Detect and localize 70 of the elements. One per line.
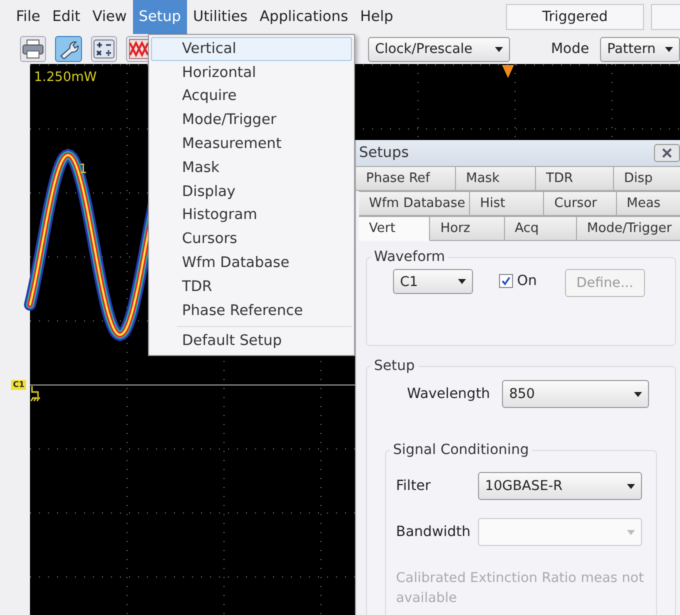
mode-label: Mode xyxy=(550,41,590,57)
menu-option[interactable]: Mask xyxy=(151,156,352,180)
check-icon xyxy=(501,276,511,286)
toolbar-button[interactable] xyxy=(55,36,82,62)
tab[interactable]: Horz xyxy=(430,216,505,241)
group-title: Signal Conditioning xyxy=(392,442,530,458)
bandwidth-label: Bandwidth xyxy=(395,524,472,540)
pattern-icon xyxy=(128,39,151,59)
mode-dropdown[interactable]: Pattern xyxy=(600,36,680,62)
menu-option[interactable]: Acquire xyxy=(151,84,352,108)
menu-option[interactable]: Default Setup xyxy=(151,330,352,354)
menu-option[interactable]: Mode/Trigger xyxy=(151,108,352,132)
filter-dropdown[interactable]: 10GBASE-R xyxy=(478,472,642,500)
menu-item[interactable]: Utilities xyxy=(187,0,254,34)
menu-option[interactable]: Cursors xyxy=(151,227,352,252)
status-field: Triggered xyxy=(506,4,644,30)
tab[interactable]: Phase Ref xyxy=(356,166,456,191)
trigger-marker-icon xyxy=(502,65,514,78)
trace-label: 1 xyxy=(79,162,88,177)
group-title: Setup xyxy=(373,358,416,374)
caret-icon xyxy=(627,530,635,534)
menu-option[interactable]: Histogram xyxy=(151,204,352,228)
tab[interactable]: Mask xyxy=(456,166,536,191)
caret-icon xyxy=(627,484,635,488)
source-dropdown[interactable]: Clock/Prescale xyxy=(368,36,510,62)
tab[interactable]: Cursor xyxy=(544,191,617,216)
menu-option[interactable]: Display xyxy=(151,180,352,204)
tab[interactable]: TDR xyxy=(536,166,614,191)
caret-icon xyxy=(494,46,503,52)
dialog-title: Setups xyxy=(359,145,409,161)
menu-option[interactable]: TDR xyxy=(151,274,352,299)
menu-item[interactable]: Edit xyxy=(46,0,86,34)
channel-tag: C1 xyxy=(11,380,26,390)
caret-icon xyxy=(665,46,674,52)
note-text: Calibrated Extinction Ratio meas not available xyxy=(396,569,645,608)
caret-icon xyxy=(634,392,642,396)
close-icon xyxy=(662,148,672,158)
tab[interactable]: Hist xyxy=(470,191,544,216)
menu-option[interactable]: Wfm Database xyxy=(151,251,352,275)
ground-icon xyxy=(30,385,41,402)
tab[interactable]: Vert xyxy=(359,216,430,241)
tab[interactable]: Disp xyxy=(614,166,680,191)
tab[interactable]: Wfm Database xyxy=(359,191,470,216)
menu-item[interactable]: View xyxy=(86,0,133,34)
menu-item[interactable]: Setup xyxy=(132,0,187,34)
menu-option[interactable]: Phase Reference xyxy=(151,298,352,323)
menu-option[interactable]: Horizontal xyxy=(151,60,352,85)
tab[interactable]: Acq xyxy=(504,216,578,241)
wavelength-label: Wavelength xyxy=(407,386,490,402)
tab[interactable]: Mode/Trigger xyxy=(577,216,680,241)
filter-label: Filter xyxy=(395,478,432,494)
tab[interactable]: Meas xyxy=(616,191,680,216)
group-title: Waveform xyxy=(373,249,446,265)
menu-item[interactable]: Applications xyxy=(254,0,354,34)
wavelength-dropdown[interactable]: 850 xyxy=(502,380,650,408)
wrench-icon xyxy=(58,39,80,59)
caret-icon xyxy=(458,279,466,284)
menu-option[interactable]: Vertical xyxy=(151,37,352,61)
menu-item[interactable]: File xyxy=(10,0,46,34)
calculator-icon xyxy=(93,39,116,59)
checkbox-label: On xyxy=(517,273,537,289)
on-checkbox[interactable] xyxy=(499,274,513,288)
toolbar-button[interactable] xyxy=(90,36,118,62)
close-button[interactable] xyxy=(654,144,680,162)
printer-icon xyxy=(22,39,44,59)
toolbar-button[interactable] xyxy=(20,36,46,62)
menu-option[interactable]: Measurement xyxy=(151,132,352,156)
waveform-dropdown[interactable]: C1 xyxy=(393,269,473,294)
menu-item[interactable]: Help xyxy=(354,0,400,34)
scale-label: 1.250mW xyxy=(34,70,97,85)
